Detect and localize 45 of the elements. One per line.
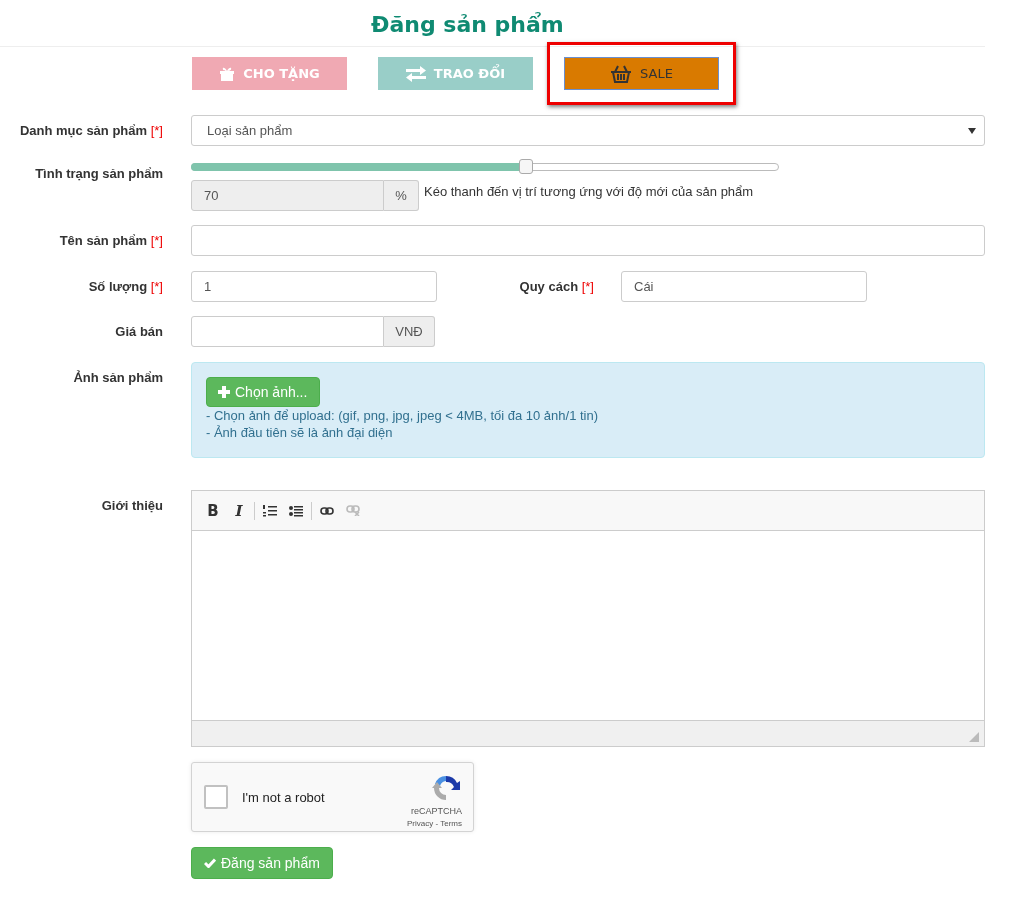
dropdown-caret-icon: [968, 127, 976, 134]
recaptcha-logo-icon: [431, 773, 461, 803]
checkmark-icon: [204, 858, 216, 868]
category-select[interactable]: Loại sản phẩm: [191, 115, 985, 146]
plus-icon: [218, 386, 230, 398]
bullet-list-icon: [289, 504, 303, 517]
upload-note: - Ảnh đầu tiên sẽ là ảnh đại diện: [206, 424, 394, 441]
slider-handle[interactable]: [519, 159, 534, 174]
link-icon: [320, 506, 334, 515]
recaptcha-brand: reCAPTCHA: [411, 806, 462, 816]
numbered-list-icon: [263, 504, 277, 517]
quantity-field[interactable]: 1: [191, 271, 437, 302]
field-label: Ảnh sản phẩm: [73, 370, 163, 385]
currency-addon: VNĐ: [384, 316, 435, 347]
help-text: Kéo thanh đến vị trí tương ứng với độ mới của sản phẩm: [423, 183, 754, 201]
rich-text-editor[interactable]: B I: [191, 490, 985, 747]
price-field[interactable]: [191, 316, 384, 347]
required-mark: [*]: [581, 279, 594, 294]
resize-grip-icon[interactable]: [969, 732, 979, 742]
required-mark: [*]: [150, 279, 163, 294]
privacy-terms-links[interactable]: Privacy - Terms: [407, 819, 462, 828]
field-label: Số lượng: [88, 279, 148, 294]
captcha-label: I'm not a robot: [242, 789, 325, 805]
post-type-tab[interactable]: SALE: [564, 57, 719, 90]
field-label: Tên sản phẩm: [59, 233, 148, 248]
field-label: Giới thiệu: [101, 498, 163, 513]
swap-arrows-icon: [405, 65, 426, 82]
field-label: Tình trạng sản phẩm: [35, 166, 163, 181]
field-label: Quy cách: [519, 279, 579, 294]
page-title: Đăng sản phẩm: [0, 0, 985, 47]
bold-button[interactable]: B: [200, 497, 226, 524]
product-name-field[interactable]: [191, 225, 985, 256]
captcha-checkbox[interactable]: [204, 785, 228, 809]
condition-percent-field[interactable]: 70: [191, 180, 384, 211]
field-label: Giá bán: [115, 324, 163, 339]
unlink-icon: [346, 505, 360, 516]
basket-icon: [610, 64, 633, 83]
field-label: Danh mục sản phẩm: [19, 123, 148, 138]
gift-icon: [219, 66, 236, 81]
italic-button[interactable]: I: [226, 497, 252, 524]
required-mark: [*]: [150, 123, 163, 138]
upload-note: - Chọn ảnh để upload: (gif, png, jpg, jpeg < 4MB, tối đa 10 ảnh/1 tin): [206, 407, 600, 424]
required-mark: [*]: [150, 233, 163, 248]
unit-field[interactable]: Cái: [621, 271, 867, 302]
percent-addon: %: [384, 180, 419, 211]
